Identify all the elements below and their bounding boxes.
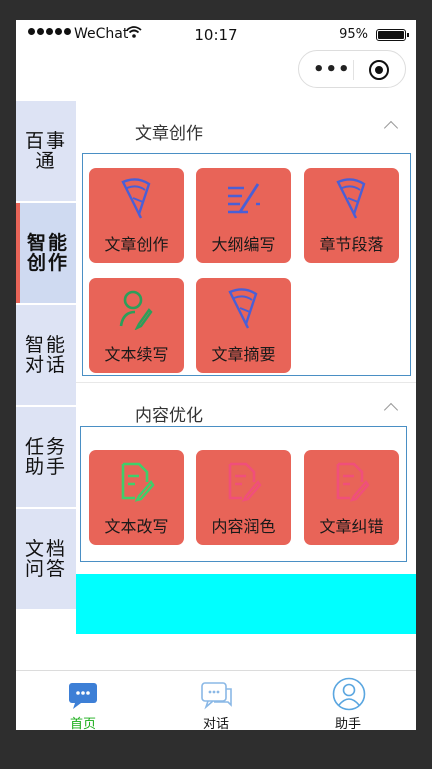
sidebar-item-label: 智能创作 <box>27 232 70 274</box>
tile-article-correction[interactable]: 文章纠错 <box>304 450 399 545</box>
target-circle-icon[interactable] <box>369 60 389 80</box>
sidebar-item-smart-chat[interactable]: 智能对话 <box>16 305 76 405</box>
chat-home-icon <box>69 683 97 709</box>
tile-article-summary[interactable]: 文章摘要 <box>196 278 291 373</box>
tile-article-writing[interactable]: 文章创作 <box>89 168 184 263</box>
chat-bubbles-icon <box>201 682 232 710</box>
sidebar-item-label: 百事通 <box>25 130 68 172</box>
tile-label: 大纲编写 <box>211 235 276 254</box>
tile-outline-writing[interactable]: 大纲编写 <box>196 168 291 263</box>
doc-edit-icon <box>336 462 370 502</box>
section-title: 文章创作 <box>135 124 203 144</box>
sidebar-item-doc-qa[interactable]: 文档问答 <box>16 509 76 609</box>
battery-percent: 95% <box>339 27 368 42</box>
tile-content-polish[interactable]: 内容润色 <box>196 450 291 545</box>
tab-label: 助手 <box>334 717 361 730</box>
tile-label: 文本续写 <box>104 345 169 364</box>
tile-label: 文本改写 <box>104 517 169 536</box>
chevron-up-icon[interactable] <box>383 402 399 418</box>
tile-text-continuation[interactable]: 文本续写 <box>89 278 184 373</box>
sidebar-item-smart-writing[interactable]: 智能创作 <box>16 203 76 303</box>
tab-bar: 首页 对话 助手 <box>16 670 416 730</box>
sidebar-item-label: 智能对话 <box>25 334 68 376</box>
doc-edit-icon <box>228 462 262 502</box>
tile-label: 内容润色 <box>211 517 276 536</box>
sidebar-item-baishitong[interactable]: 百事通 <box>16 101 76 201</box>
pencil-cone-icon <box>228 288 258 329</box>
pencil-cone-icon <box>336 178 366 219</box>
more-dots-icon[interactable]: ••• <box>313 59 351 80</box>
tab-label: 首页 <box>69 717 96 730</box>
sidebar-item-label: 文档问答 <box>25 538 68 580</box>
tile-text-rewrite[interactable]: 文本改写 <box>89 450 184 545</box>
phone-screen: WeChat 10:17 95% ••• 百事通 智能创作 智能对话 任务助手 … <box>16 20 416 730</box>
status-bar: WeChat 10:17 95% <box>16 20 416 48</box>
lines-pen-icon <box>228 183 260 214</box>
tile-label: 文章纠错 <box>319 517 384 536</box>
sidebar: 百事通 智能创作 智能对话 任务助手 文档问答 <box>16 101 76 611</box>
pencil-cone-icon <box>121 178 151 219</box>
battery-icon <box>376 29 409 41</box>
section-title: 内容优化 <box>135 406 203 426</box>
user-pen-icon <box>119 290 153 330</box>
doc-edit-icon <box>121 462 155 502</box>
highlight-block <box>76 574 416 634</box>
tile-label: 章节段落 <box>319 235 384 254</box>
tab-label: 对话 <box>202 717 229 730</box>
mini-program-capsule: ••• <box>298 50 406 88</box>
sidebar-item-task-assistant[interactable]: 任务助手 <box>16 407 76 507</box>
capsule-divider <box>353 60 354 80</box>
tile-label: 文章创作 <box>104 235 169 254</box>
avatar-icon <box>332 677 366 711</box>
tile-chapter-paragraph[interactable]: 章节段落 <box>304 168 399 263</box>
section-header-writing[interactable]: 文章创作 <box>76 101 416 151</box>
chevron-up-icon[interactable] <box>383 120 399 136</box>
sidebar-item-label: 任务助手 <box>25 436 68 478</box>
tile-label: 文章摘要 <box>211 345 276 364</box>
